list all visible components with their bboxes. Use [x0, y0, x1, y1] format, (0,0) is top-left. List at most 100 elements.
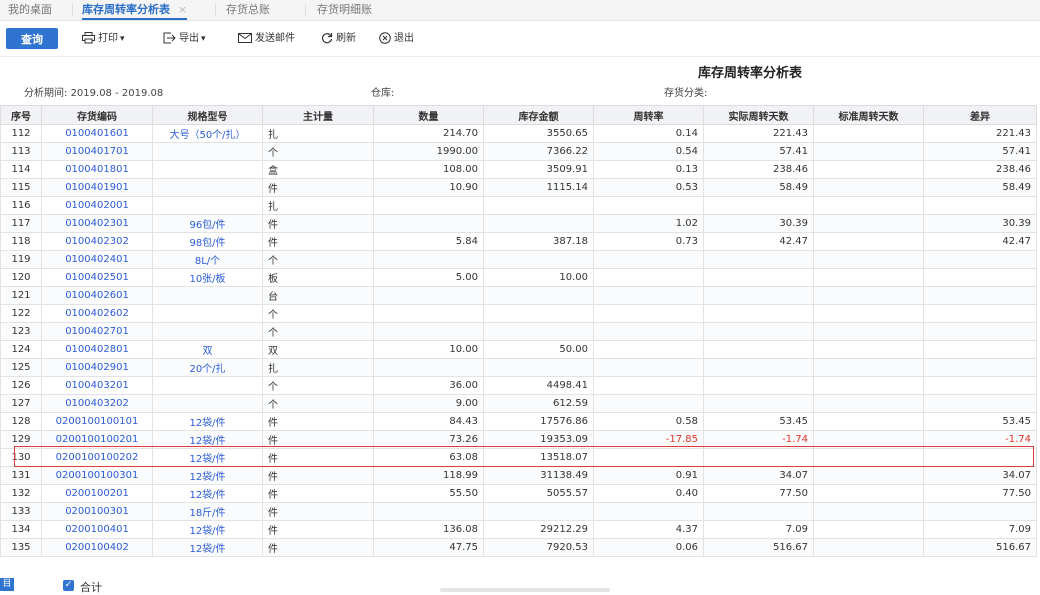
table-row[interactable]: 124 0100402801 双双 10.00 50.00: [0, 340, 1037, 359]
cell-item-code[interactable]: 0100402701: [41, 322, 153, 341]
table-row[interactable]: 112 0100401601 大号（50个/扎）扎 214.70 3550.65 0.14…: [0, 124, 1037, 143]
table-row[interactable]: 114 0100401801 盒 108.00 3509.91 0.13 238.46 238…: [0, 160, 1037, 179]
cell-item-code[interactable]: 0100402801: [41, 340, 153, 359]
cell-item-code[interactable]: 0100402301: [41, 214, 153, 233]
cell-item-code[interactable]: 0200100201: [41, 484, 153, 503]
table-row[interactable]: 135 0200100402 12袋/件件 47.75 7920.53 0.06 516.6…: [0, 538, 1037, 557]
column-header[interactable]: 序号: [0, 105, 42, 125]
cell-standard-days: [813, 250, 924, 269]
cell-inventory-amount: 1115.14: [483, 178, 594, 197]
column-header[interactable]: 存货编码: [41, 105, 153, 125]
cell-turnover-rate: [593, 304, 704, 323]
table-row[interactable]: 126 0100403201 个 36.00 4498.41: [0, 376, 1037, 395]
table-row[interactable]: 120 0100402501 10张/板板 5.00 10.00: [0, 268, 1037, 287]
table-row[interactable]: 134 0200100401 12袋/件件 136.08 29212.29 4.37 7.0…: [0, 520, 1037, 539]
table-row[interactable]: 123 0100402701 个: [0, 322, 1037, 341]
cell-row-number: 118: [0, 232, 42, 251]
column-header[interactable]: 标准周转天数: [813, 105, 924, 125]
export-button[interactable]: 导出 ▾: [163, 31, 206, 47]
cell-row-number: 128: [0, 412, 42, 431]
column-header[interactable]: 差异: [923, 105, 1037, 125]
cell-actual-days: 34.07: [703, 466, 814, 485]
cell-quantity: [373, 250, 484, 269]
table-row[interactable]: 130 0200100100202 12袋/件件 63.08 13518.07: [0, 448, 1037, 467]
cell-item-code[interactable]: 0100402001: [41, 196, 153, 215]
cell-row-number: 134: [0, 520, 42, 539]
column-header[interactable]: 库存金额: [483, 105, 594, 125]
table-row[interactable]: 116 0100402001 扎: [0, 196, 1037, 215]
cell-quantity: [373, 358, 484, 377]
column-header[interactable]: 周转率: [593, 105, 704, 125]
cell-item-code[interactable]: 0100401701: [41, 142, 153, 161]
column-header[interactable]: 数量: [373, 105, 484, 125]
tab-desktop[interactable]: 我的桌面: [8, 0, 52, 20]
table-row[interactable]: 125 0100402901 20个/扎扎: [0, 358, 1037, 377]
cell-difference: [923, 250, 1037, 269]
cell-turnover-rate: 0.73: [593, 232, 704, 251]
cell-quantity: 118.99: [373, 466, 484, 485]
cell-difference: 221.43: [923, 124, 1037, 143]
cell-item-code[interactable]: 0100402602: [41, 304, 153, 323]
cell-item-code[interactable]: 0100403201: [41, 376, 153, 395]
table-row[interactable]: 115 0100401901 件 10.90 1115.14 0.53 58.49 58.49: [0, 178, 1037, 197]
cell-difference: [923, 448, 1037, 467]
cell-item-code[interactable]: 0100401901: [41, 178, 153, 197]
cell-item-code[interactable]: 0200100100101: [41, 412, 153, 431]
table-row[interactable]: 133 0200100301 18斤/件件: [0, 502, 1037, 521]
cell-actual-days: 238.46: [703, 160, 814, 179]
table-row[interactable]: 118 0100402302 98包/件件 5.84 387.18 0.73 42.47 42…: [0, 232, 1037, 251]
horizontal-scrollbar[interactable]: [440, 588, 610, 592]
table-row[interactable]: 128 0200100100101 12袋/件件 84.43 17576.86 0.58 5…: [0, 412, 1037, 431]
table-row[interactable]: 119 0100402401 8L/个个: [0, 250, 1037, 269]
table-row[interactable]: 129 0200100100201 12袋/件件 73.26 19353.09 -17.8…: [0, 430, 1037, 449]
table-row[interactable]: 117 0100402301 96包/件件 1.02 30.39 30.39: [0, 214, 1037, 233]
table-row[interactable]: 132 0200100201 12袋/件件 55.50 5055.57 0.40 77.50…: [0, 484, 1037, 503]
cell-item-code[interactable]: 0200100301: [41, 502, 153, 521]
cell-row-number: 133: [0, 502, 42, 521]
cell-item-code[interactable]: 0100402901: [41, 358, 153, 377]
tab-inventory-detail[interactable]: 存货明细账: [317, 0, 372, 20]
table-row[interactable]: 121 0100402601 台: [0, 286, 1037, 305]
table-row[interactable]: 131 0200100100301 12袋/件件 118.99 31138.49 0.91…: [0, 466, 1037, 485]
cell-spec: 18斤/件: [152, 502, 263, 521]
cell-item-code[interactable]: 0100402501: [41, 268, 153, 287]
column-header[interactable]: 实际周转天数: [703, 105, 814, 125]
cell-item-code[interactable]: 0100403202: [41, 394, 153, 413]
exit-button[interactable]: 退出: [379, 31, 414, 47]
cell-actual-days: [703, 448, 814, 467]
tab-inventory-ledger[interactable]: 存货总账: [226, 0, 270, 20]
table-row[interactable]: 122 0100402602 个: [0, 304, 1037, 323]
cell-turnover-rate: 0.53: [593, 178, 704, 197]
cell-item-code[interactable]: 0100402601: [41, 286, 153, 305]
warehouse-label: 仓库:: [371, 88, 395, 99]
cell-item-code[interactable]: 0200100402: [41, 538, 153, 557]
cell-item-code[interactable]: 0100401801: [41, 160, 153, 179]
cell-item-code[interactable]: 0200100100201: [41, 430, 153, 449]
cell-quantity: 36.00: [373, 376, 484, 395]
cell-item-code[interactable]: 0100402302: [41, 232, 153, 251]
cell-item-code[interactable]: 0200100100301: [41, 466, 153, 485]
tab-inventory-turnover[interactable]: 库存周转率分析表 ×: [82, 0, 188, 20]
print-button[interactable]: 打印 ▾: [82, 31, 125, 47]
cell-inventory-amount: 7920.53: [483, 538, 594, 557]
column-header[interactable]: 主计量: [262, 105, 374, 125]
refresh-button[interactable]: 刷新: [321, 31, 356, 47]
cell-item-code[interactable]: 0200100100202: [41, 448, 153, 467]
table-row[interactable]: 127 0100403202 个 9.00 612.59: [0, 394, 1037, 413]
cell-difference: [923, 502, 1037, 521]
column-header[interactable]: 规格型号: [152, 105, 263, 125]
cell-actual-days: [703, 358, 814, 377]
cell-inventory-amount: 387.18: [483, 232, 594, 251]
sum-checkbox[interactable]: ✓: [63, 580, 74, 591]
cell-quantity: 47.75: [373, 538, 484, 557]
cell-item-code[interactable]: 0100402401: [41, 250, 153, 269]
table-row[interactable]: 113 0100401701 个 1990.00 7366.22 0.54 57.41 57.…: [0, 142, 1037, 161]
query-button[interactable]: 查询: [6, 28, 58, 49]
send-email-button[interactable]: 发送邮件: [238, 31, 295, 47]
cell-item-code[interactable]: 0200100401: [41, 520, 153, 539]
cell-item-code[interactable]: 0100401601: [41, 124, 153, 143]
cell-difference: 34.07: [923, 466, 1037, 485]
menu-icon[interactable]: 目: [0, 578, 14, 591]
close-icon[interactable]: ×: [178, 3, 187, 16]
cell-difference: [923, 376, 1037, 395]
